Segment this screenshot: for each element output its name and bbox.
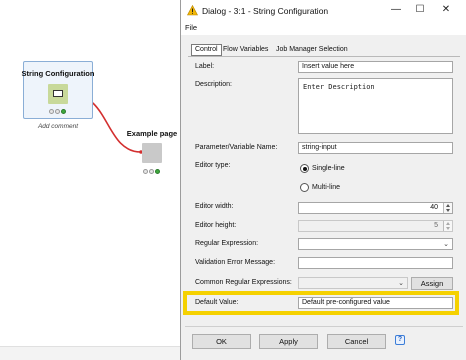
status-dot	[55, 108, 60, 114]
parameter-name-label: Parameter/Variable Name:	[195, 144, 278, 151]
text-field-icon	[53, 90, 63, 97]
editor-height-spinner: 5	[298, 220, 453, 232]
connection-wire	[68, 92, 143, 154]
dialog-title-bar[interactable]: Dialog - 3:1 - String Configuration — ☐ …	[181, 0, 466, 21]
editor-height-label: Editor height:	[195, 222, 237, 229]
status-ok-dot	[155, 168, 160, 174]
status-dot	[143, 168, 148, 174]
multi-line-radio[interactable]	[300, 183, 309, 192]
validation-message-input[interactable]	[298, 257, 453, 269]
tab-divider	[188, 56, 460, 57]
tab-job-manager-selection[interactable]: Job Manager Selection	[276, 44, 348, 56]
single-line-radio[interactable]	[300, 164, 309, 173]
button-bar-divider	[185, 326, 463, 327]
node-status-traffic-light	[143, 168, 161, 174]
chevron-down-icon: ⌄	[398, 280, 404, 287]
parameter-name-input[interactable]: string-input	[298, 142, 453, 154]
common-regex-dropdown[interactable]: ⌄	[298, 277, 408, 289]
component-node-icon[interactable]	[142, 143, 162, 163]
tab-control[interactable]: Control	[191, 44, 222, 56]
dialog-title: Dialog - 3:1 - String Configuration	[202, 6, 329, 16]
menu-file[interactable]: File	[185, 23, 197, 32]
status-ok-dot	[61, 108, 66, 114]
apply-button[interactable]: Apply	[259, 334, 318, 349]
status-dot	[49, 108, 54, 114]
regex-dropdown[interactable]: ⌄	[298, 238, 453, 250]
workflow-canvas[interactable]: String Configuration Add comment Example…	[0, 0, 180, 360]
single-line-label: Single-line	[312, 165, 345, 172]
menu-bar: File	[181, 21, 466, 35]
editor-width-label: Editor width:	[195, 203, 234, 210]
help-icon[interactable]: ?	[395, 335, 405, 345]
description-label: Description:	[195, 81, 232, 88]
editor-height-value: 5	[434, 222, 438, 229]
multi-line-label: Multi-line	[312, 184, 341, 191]
chevron-down-icon: ⌄	[443, 241, 449, 248]
node-comment[interactable]: Add comment	[23, 123, 93, 130]
editor-width-spinner[interactable]: 40	[298, 202, 453, 214]
common-regex-label: Common Regular Expressions:	[195, 279, 292, 286]
node-status-traffic-light	[49, 108, 67, 114]
validation-message-label: Validation Error Message:	[195, 259, 276, 266]
tab-flow-variables[interactable]: Flow Variables	[223, 44, 268, 56]
close-button[interactable]: ✕	[434, 2, 458, 18]
node-string-configuration-title: String Configuration	[21, 69, 95, 78]
editor-width-value: 40	[430, 204, 438, 211]
maximize-button[interactable]: ☐	[408, 2, 432, 18]
regex-label: Regular Expression:	[195, 240, 259, 247]
description-textarea[interactable]: Enter Description	[298, 78, 453, 134]
status-dot	[149, 168, 154, 174]
canvas-status-strip	[0, 346, 180, 360]
warning-triangle-icon	[187, 5, 198, 16]
spinner-arrows-icon[interactable]	[443, 203, 452, 213]
default-value-highlight	[183, 291, 459, 315]
minimize-button[interactable]: —	[384, 2, 408, 18]
label-field-label: Label:	[195, 63, 215, 70]
assign-button[interactable]: Assign	[411, 277, 453, 290]
label-input[interactable]: Insert value here	[298, 61, 453, 73]
cancel-button[interactable]: Cancel	[327, 334, 386, 349]
ok-button[interactable]: OK	[192, 334, 251, 349]
string-configuration-node-icon[interactable]	[48, 84, 68, 104]
editor-type-label: Editor type:	[195, 162, 231, 169]
spinner-arrows-icon	[443, 221, 452, 231]
